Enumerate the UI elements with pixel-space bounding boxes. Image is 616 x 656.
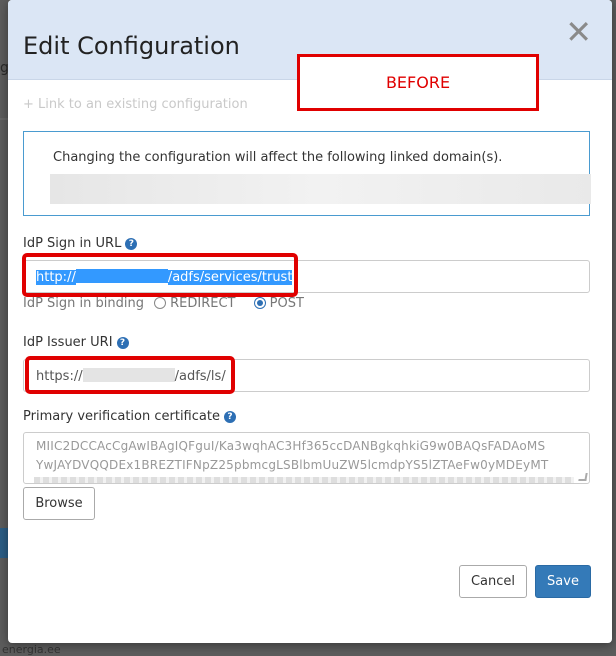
label-text: IdP Sign in URL — [23, 236, 122, 251]
linked-domains-info-box: Changing the configuration will affect t… — [23, 131, 591, 216]
link-existing-configuration[interactable]: + Link to an existing configuration — [23, 97, 248, 112]
before-annotation-label: BEFORE — [297, 54, 539, 111]
radio-post-label: POST — [269, 296, 304, 311]
annotation-highlight-issuer-uri — [25, 356, 235, 394]
help-icon[interactable]: ? — [116, 337, 129, 349]
background-divider — [0, 118, 8, 120]
binding-label: IdP Sign in binding — [23, 296, 144, 311]
help-icon[interactable]: ? — [125, 238, 138, 250]
certificate-line: YwJAYDVQQDEx1BREZTIFNpZ25pbmcgLSBlbmUuZW… — [36, 458, 549, 472]
close-icon[interactable]: ✕ — [565, 16, 592, 48]
save-button[interactable]: Save — [535, 565, 591, 598]
certificate-label: Primary verification certificate? — [23, 409, 236, 424]
help-icon[interactable]: ? — [223, 411, 236, 423]
info-message: Changing the configuration will affect t… — [53, 150, 503, 165]
background-fragment: energia.ee — [2, 643, 61, 656]
certificate-overflow-text — [34, 477, 574, 483]
idp-sign-in-binding-row: IdP Sign in binding REDIRECT POST — [23, 296, 304, 311]
radio-post[interactable] — [253, 297, 266, 309]
annotation-highlight-sign-in-url — [22, 253, 298, 297]
idp-issuer-uri-label: IdP Issuer URI? — [23, 335, 129, 350]
certificate-line: MIIC2DCCAcCgAwIBAgIQFguI/Ka3wqhAC3Hf365c… — [36, 439, 546, 453]
redacted-domain-list — [50, 174, 591, 204]
certificate-textarea[interactable]: MIIC2DCCAcCgAwIBAgIQFguI/Ka3wqhAC3Hf365c… — [23, 432, 590, 484]
background-bar — [0, 528, 8, 558]
radio-redirect[interactable] — [154, 297, 167, 309]
label-text: Primary verification certificate — [23, 409, 220, 424]
edit-configuration-dialog: Edit Configuration ✕ + Link to an existi… — [8, 0, 612, 643]
radio-redirect-label: REDIRECT — [170, 296, 236, 311]
label-text: IdP Issuer URI — [23, 335, 113, 350]
idp-sign-in-url-label: IdP Sign in URL? — [23, 236, 138, 251]
dialog-title: Edit Configuration — [23, 32, 240, 60]
cancel-button[interactable]: Cancel — [459, 565, 527, 598]
browse-button[interactable]: Browse — [23, 487, 95, 520]
resize-handle-icon[interactable] — [578, 473, 588, 481]
